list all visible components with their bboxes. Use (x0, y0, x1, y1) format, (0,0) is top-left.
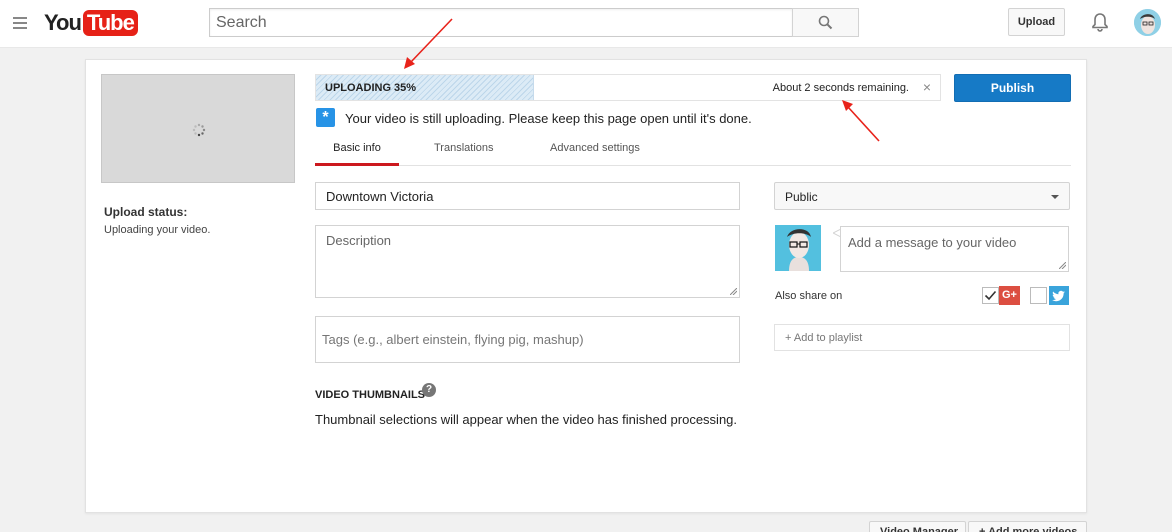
add-to-playlist-button[interactable]: + Add to playlist (774, 324, 1070, 351)
loading-spinner-icon (192, 123, 206, 137)
resize-grip-icon[interactable] (730, 288, 737, 295)
logo-text-you: You (44, 10, 82, 35)
upload-status-text: Uploading your video. (104, 224, 211, 236)
thumbnails-note: Thumbnail selections will appear when th… (315, 412, 738, 427)
share-message-textarea[interactable] (841, 227, 1068, 271)
description-textarea[interactable] (316, 226, 739, 297)
video-thumbnail-placeholder (101, 74, 295, 183)
google-plus-icon[interactable]: G+ (999, 286, 1020, 305)
privacy-select[interactable]: Public (774, 182, 1070, 210)
tab-translations[interactable]: Translations (434, 142, 494, 166)
title-field-wrapper (315, 182, 740, 210)
masthead: You Tube Upload (0, 0, 1172, 48)
upload-progress-bar: UPLOADING 35% About 2 seconds remaining.… (315, 74, 941, 101)
google-plus-checkbox[interactable] (982, 287, 999, 304)
description-field-wrapper (315, 225, 740, 298)
time-remaining: About 2 seconds remaining. (772, 82, 909, 94)
privacy-value: Public (785, 190, 818, 204)
message-field-wrapper (840, 226, 1069, 272)
chevron-down-icon (1051, 195, 1059, 199)
search-input[interactable] (210, 9, 792, 36)
bell-icon[interactable] (1089, 11, 1111, 33)
share-avatar (775, 225, 821, 271)
title-input[interactable] (316, 183, 739, 209)
also-share-label: Also share on (775, 290, 843, 302)
tags-input[interactable] (316, 317, 739, 362)
search-box (209, 8, 793, 37)
star-icon: * (316, 108, 335, 127)
twitter-icon[interactable] (1049, 286, 1069, 305)
close-icon[interactable]: × (921, 80, 933, 94)
video-manager-button[interactable]: Video Manager (869, 521, 966, 532)
tab-basic-info[interactable]: Basic info (315, 142, 399, 166)
upload-status-label: Upload status: (104, 205, 188, 219)
tab-advanced-settings[interactable]: Advanced settings (550, 142, 640, 166)
twitter-checkbox[interactable] (1030, 287, 1047, 304)
search-button[interactable] (792, 8, 859, 37)
upload-notice: Your video is still uploading. Please ke… (345, 111, 752, 126)
logo-text-tube: Tube (82, 10, 138, 36)
add-more-videos-button[interactable]: + Add more videos (968, 521, 1087, 532)
progress-label: UPLOADING 35% (325, 82, 417, 94)
thumbnails-heading: VIDEO THUMBNAILS (315, 389, 425, 401)
youtube-logo[interactable]: You Tube (44, 9, 138, 37)
menu-icon[interactable] (13, 17, 27, 29)
checkmark-icon (984, 290, 997, 301)
resize-grip-icon[interactable] (1059, 262, 1066, 269)
tags-field-wrapper (315, 316, 740, 363)
twitter-bird (1052, 290, 1065, 302)
help-icon[interactable]: ? (422, 383, 436, 397)
avatar[interactable] (1134, 9, 1161, 36)
upload-button[interactable]: Upload (1008, 8, 1065, 36)
search-icon (818, 15, 833, 30)
avatar-image (775, 225, 821, 271)
avatar-image (1134, 9, 1161, 36)
publish-button[interactable]: Publish (954, 74, 1071, 102)
tab-bar: Basic info Translations Advanced setting… (315, 137, 1071, 166)
